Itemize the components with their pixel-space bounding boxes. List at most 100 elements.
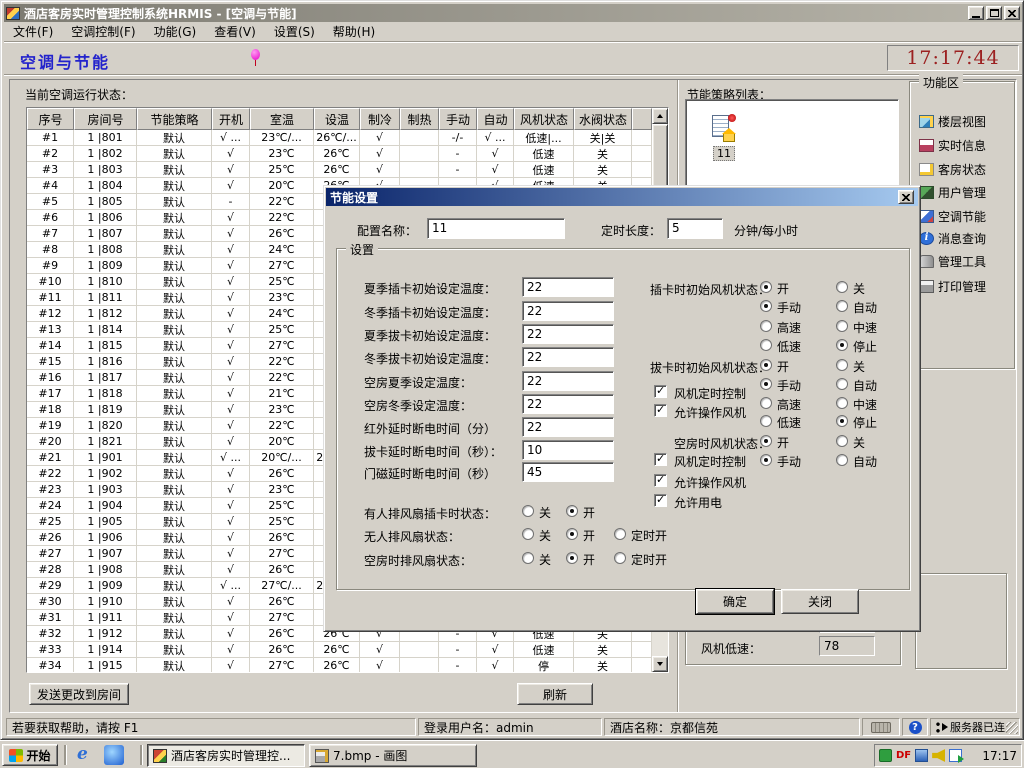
checkbox[interactable]: [654, 474, 667, 487]
radio-button[interactable]: [522, 552, 534, 564]
sidebar-item-floor-view[interactable]: 楼层视图: [919, 113, 986, 130]
column-header[interactable]: 水阀状态: [574, 108, 632, 130]
table-cell: #24: [27, 498, 74, 514]
menu-item[interactable]: 文件(F): [4, 23, 62, 40]
table-row[interactable]: #11 |801默认√ ...23℃/...26℃/...√-/-√ ...低速…: [27, 130, 652, 146]
table-row[interactable]: #331 |914默认√26℃26℃√-√低速关: [27, 642, 652, 658]
column-header[interactable]: 开机: [212, 108, 250, 130]
sidebar-item-room-status[interactable]: 客房状态: [919, 161, 986, 178]
radio-button[interactable]: [522, 505, 534, 517]
scroll-up-button[interactable]: [652, 108, 668, 124]
radio-button[interactable]: [760, 454, 772, 466]
radio-button[interactable]: [836, 359, 848, 371]
minimize-button[interactable]: [968, 6, 984, 20]
radio-button[interactable]: [836, 454, 848, 466]
radio-button[interactable]: [566, 528, 578, 540]
table-cell: √: [212, 434, 250, 450]
radio-button[interactable]: [760, 435, 772, 447]
sidebar-item-admin-tools[interactable]: 管理工具: [919, 253, 986, 270]
radio-button[interactable]: [836, 378, 848, 390]
menu-item[interactable]: 功能(G): [145, 23, 206, 40]
radio-button[interactable]: [836, 339, 848, 351]
column-header[interactable]: 室温: [250, 108, 314, 130]
scheduler-icon[interactable]: [949, 749, 962, 762]
table-cell: 默认: [137, 482, 212, 498]
table-row[interactable]: #21 |802默认√23℃26℃√-√低速关: [27, 146, 652, 162]
radio-button[interactable]: [760, 300, 772, 312]
checkbox[interactable]: [654, 494, 667, 507]
sidebar-item-message-query[interactable]: 消息查询: [919, 230, 986, 247]
radio-button[interactable]: [836, 415, 848, 427]
close-button[interactable]: [1004, 6, 1020, 20]
maximize-button[interactable]: [986, 6, 1002, 20]
table-row[interactable]: #341 |915默认√27℃26℃√-√停关: [27, 658, 652, 672]
column-header[interactable]: 风机状态: [514, 108, 574, 130]
dialog-close-button2[interactable]: 关闭: [781, 589, 859, 614]
menu-item[interactable]: 查看(V): [205, 23, 265, 40]
taskbar-task-hrmis[interactable]: 酒店客房实时管理控...: [147, 744, 305, 767]
column-header[interactable]: 房间号: [74, 108, 137, 130]
send-changes-button[interactable]: 发送更改到房间: [29, 683, 129, 705]
radio-button[interactable]: [836, 300, 848, 312]
dialog-field-input[interactable]: 22: [522, 417, 614, 437]
radio-button[interactable]: [760, 397, 772, 409]
network-icon[interactable]: [915, 749, 928, 762]
column-header[interactable]: 设温: [314, 108, 360, 130]
checkbox[interactable]: [654, 453, 667, 466]
scroll-down-button[interactable]: [652, 656, 668, 672]
resize-grip[interactable]: [1006, 722, 1018, 734]
ie-quicklaunch-icon[interactable]: [74, 745, 94, 765]
sidebar-item-print-management[interactable]: 打印管理: [919, 278, 986, 295]
column-header[interactable]: 节能策略: [137, 108, 212, 130]
tray-input-indicator[interactable]: DF: [896, 750, 911, 761]
status-keyboard[interactable]: [862, 718, 900, 736]
column-header[interactable]: 制热: [400, 108, 439, 130]
radio-button[interactable]: [614, 552, 626, 564]
radio-button[interactable]: [836, 397, 848, 409]
dialog-field-input[interactable]: 22: [522, 324, 614, 344]
radio-button[interactable]: [614, 528, 626, 540]
menu-item[interactable]: 空调控制(F): [62, 23, 144, 40]
checkbox[interactable]: [654, 385, 667, 398]
radio-button[interactable]: [760, 415, 772, 427]
radio-button[interactable]: [836, 435, 848, 447]
table-row[interactable]: #31 |803默认√25℃26℃√-√低速关: [27, 162, 652, 178]
radio-button[interactable]: [760, 339, 772, 351]
menu-item[interactable]: 设置(S): [265, 23, 324, 40]
radio-button[interactable]: [760, 378, 772, 390]
strategy-item[interactable]: 11: [700, 114, 748, 161]
radio-button[interactable]: [760, 359, 772, 371]
radio-button[interactable]: [760, 281, 772, 293]
start-button[interactable]: 开始: [2, 744, 58, 766]
radio-button[interactable]: [836, 281, 848, 293]
timer-length-input[interactable]: 5: [667, 218, 723, 239]
taskbar-task-paint[interactable]: 7.bmp - 画图: [309, 744, 477, 767]
sidebar-item-realtime-info[interactable]: 实时信息: [919, 137, 986, 154]
sidebar-item-hvac-energy[interactable]: 空调节能: [919, 208, 986, 225]
refresh-button[interactable]: 刷新: [517, 683, 593, 705]
dialog-field-input[interactable]: 22: [522, 394, 614, 414]
quicklaunch-icon[interactable]: [104, 745, 124, 765]
radio-button[interactable]: [836, 320, 848, 332]
sidebar-item-user-management[interactable]: 用户管理: [919, 184, 986, 201]
checkbox[interactable]: [654, 404, 667, 417]
column-header[interactable]: 自动: [477, 108, 514, 130]
dialog-field-input[interactable]: 22: [522, 301, 614, 321]
radio-button[interactable]: [522, 528, 534, 540]
dialog-close-button[interactable]: [898, 190, 914, 204]
dialog-titlebar[interactable]: 节能设置: [326, 188, 918, 206]
tray-icon-green[interactable]: [879, 749, 892, 762]
column-header[interactable]: 序号: [27, 108, 74, 130]
config-name-input[interactable]: 11: [427, 218, 565, 239]
speaker-icon[interactable]: [932, 749, 945, 762]
ok-button[interactable]: 确定: [696, 589, 774, 614]
column-header[interactable]: 制冷: [360, 108, 400, 130]
fan-low-input[interactable]: 78: [819, 636, 875, 656]
menu-item[interactable]: 帮助(H): [324, 23, 384, 40]
dialog-field-input[interactable]: 45: [522, 462, 614, 482]
column-header[interactable]: 手动: [439, 108, 477, 130]
radio-button[interactable]: [760, 320, 772, 332]
status-help-btn[interactable]: [902, 718, 928, 736]
radio-button[interactable]: [566, 505, 578, 517]
radio-button[interactable]: [566, 552, 578, 564]
